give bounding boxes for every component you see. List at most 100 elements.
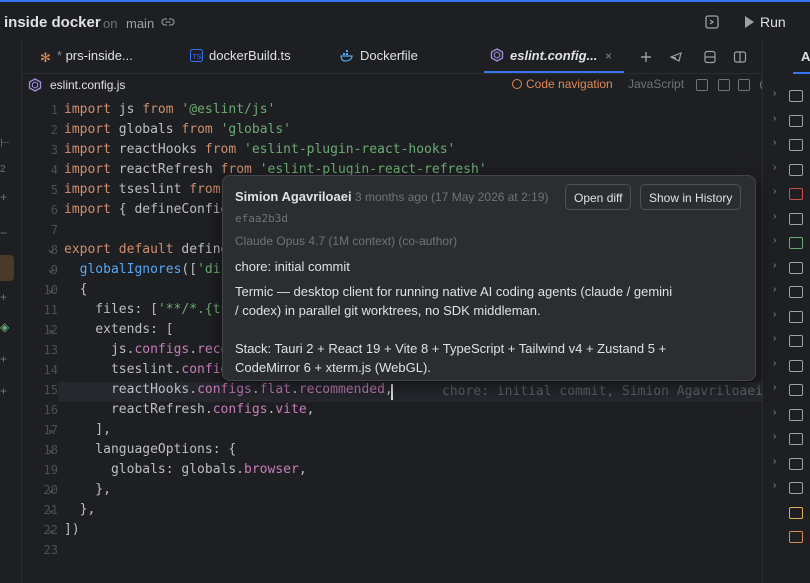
fold-chevron-icon[interactable]: ⌄ [48,324,54,335]
expand-chevron-icon[interactable]: › [773,309,776,320]
code-line[interactable]: globalIgnores(['dis [64,262,229,277]
code-line[interactable]: languageOptions: { [64,442,236,457]
split-vertical-icon[interactable] [732,49,748,65]
expand-chevron-icon[interactable]: › [773,284,776,295]
code-line[interactable]: import globals from 'globals' [64,122,291,137]
copy-icon[interactable] [696,79,708,91]
add-icon-2[interactable]: + [0,290,10,304]
fold-chevron-icon[interactable]: ⌄ [48,504,54,515]
folder-icon[interactable] [718,79,730,91]
folder-icon[interactable] [789,261,803,274]
folder-icon[interactable] [789,237,803,249]
folder-icon[interactable] [789,482,803,494]
link-icon[interactable] [161,15,175,29]
tab-dockerbuild[interactable]: TS dockerBuild.ts [190,48,291,63]
folder-icon[interactable] [789,188,803,200]
tab-eslint-config[interactable]: eslint.config... [490,48,597,63]
expand-chevron-icon[interactable]: › [773,211,776,222]
fold-chevron-icon[interactable]: ⌄ [48,524,54,535]
new-tab-icon[interactable] [638,49,654,65]
tab-prs-inside[interactable]: ✻ * prs-inside... [40,48,133,66]
editor-tabs: ✻ * prs-inside... TS dockerBuild.ts Docker… [22,40,762,74]
file-icon[interactable] [789,506,803,519]
expand-chevron-icon[interactable]: › [773,113,776,124]
code-line[interactable]: tseslint.config [64,362,228,377]
problems-count[interactable]: 2 [0,164,10,175]
expand-chevron-icon[interactable]: › [773,260,776,271]
language-label[interactable]: JavaScript [628,77,684,91]
code-line[interactable]: import js from '@eslint/js' [64,102,275,117]
git-branch-icon[interactable]: ◈ [0,320,10,334]
code-line[interactable]: import reactHooks from 'eslint-plugin-re… [64,142,455,157]
breadcrumb-file[interactable]: eslint.config.js [50,78,125,92]
code-line[interactable]: extends: [ [64,322,173,337]
file-icon[interactable] [789,531,803,543]
pin-icon[interactable] [668,49,684,65]
folder-icon[interactable] [789,90,803,102]
modified-marker: * [56,48,66,63]
code-line[interactable]: import tseslint from [64,182,221,197]
show-in-history-button[interactable]: Show in History [640,184,742,210]
code-line[interactable]: files: ['**/*.{ts [64,302,228,317]
fold-chevron-icon[interactable]: ⌄ [48,244,54,255]
run-button[interactable]: Run [745,14,786,30]
code-line[interactable]: export default define [64,242,228,257]
fold-chevron-icon[interactable]: ⌄ [48,444,54,455]
code-line[interactable]: ]) [64,522,80,537]
code-navigation-link[interactable]: Code navigation [512,77,613,91]
folder-icon[interactable] [789,335,803,347]
expand-chevron-icon[interactable]: › [773,162,776,173]
fold-chevron-icon[interactable]: ⌄ [48,264,54,275]
project-tool-window: A › › › › › › › › › › › › › › › › › [762,40,810,583]
code-line[interactable]: globals: globals.browser, [64,462,307,477]
add-icon-3[interactable]: + [0,352,10,366]
add-icon[interactable]: + [0,190,10,204]
code-line[interactable]: { [64,282,88,297]
expand-chevron-icon[interactable]: › [773,358,776,369]
folder-icon[interactable] [789,163,803,176]
folder-icon[interactable] [789,457,803,470]
folder-icon[interactable] [789,286,803,298]
tab-dockerfile[interactable]: Dockerfile [340,48,418,63]
close-tab-icon[interactable]: × [605,49,612,63]
fold-chevron-icon[interactable]: ⌄ [48,284,54,295]
split-horizontal-icon[interactable] [702,49,718,65]
expand-chevron-icon[interactable]: › [773,333,776,344]
expand-chevron-icon[interactable]: › [773,235,776,246]
folder-icon[interactable] [789,433,803,445]
open-diff-button[interactable]: Open diff [565,184,632,210]
fold-chevron-icon[interactable]: ⌄ [48,484,54,495]
expand-chevron-icon[interactable]: › [773,382,776,393]
code-line[interactable]: }, [64,482,111,497]
add-icon-4[interactable]: + [0,384,10,398]
expand-chevron-icon[interactable]: › [773,456,776,467]
expand-chevron-icon[interactable]: › [773,407,776,418]
project-panel-header[interactable]: A [801,49,810,64]
folder-icon[interactable] [789,408,803,421]
branch-name[interactable]: main [126,16,154,31]
project-name[interactable]: inside docker [4,14,101,31]
folder-icon[interactable] [789,384,803,396]
code-line[interactable]: import { defineConfig [64,202,228,217]
expand-chevron-icon[interactable]: › [773,480,776,491]
code-line[interactable]: reactRefresh.configs.vite, [64,402,315,417]
folder-icon[interactable] [789,310,803,323]
structure-icon[interactable]: ⊢ [0,136,10,150]
commit-hash[interactable]: efaa2b3d [235,212,288,225]
open-folder-icon[interactable] [738,79,750,91]
terminal-toggle-icon[interactable] [704,14,720,30]
fold-chevron-icon[interactable]: ⌄ [48,424,54,435]
expand-chevron-icon[interactable]: › [773,88,776,99]
expand-chevron-icon[interactable]: › [773,186,776,197]
bookmark-marker[interactable] [0,255,14,281]
folder-icon[interactable] [789,212,803,225]
expand-chevron-icon[interactable]: › [773,431,776,442]
folder-icon[interactable] [789,139,803,151]
folder-icon[interactable] [789,359,803,372]
code-line[interactable]: }, [64,502,96,517]
expand-chevron-icon[interactable]: › [773,137,776,148]
folder-icon[interactable] [789,114,803,127]
code-line[interactable]: js.configs.reco [64,342,228,357]
minus-icon[interactable]: − [0,226,10,240]
code-line[interactable]: ], [64,422,111,437]
